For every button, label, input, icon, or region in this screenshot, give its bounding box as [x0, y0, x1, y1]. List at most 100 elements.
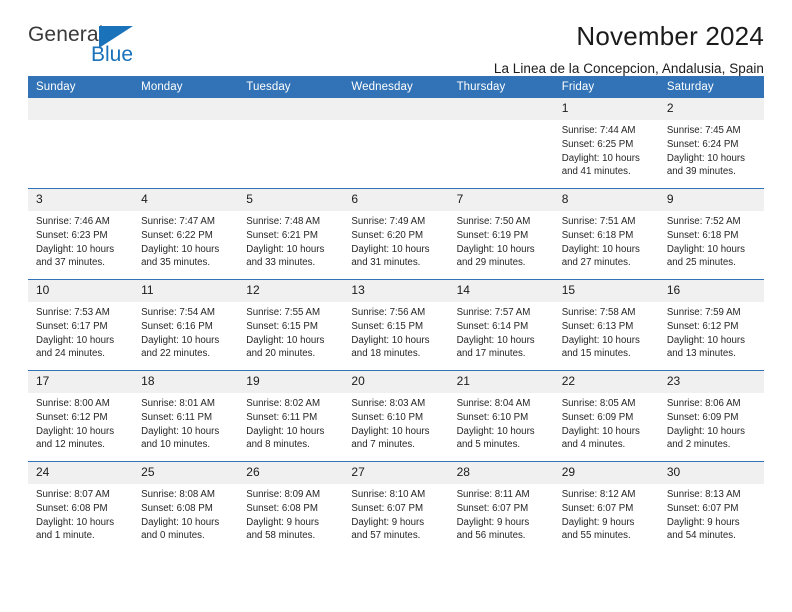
calendar-week-row: 24 Sunrise: 8:07 AM Sunset: 6:08 PM Dayligh… — [28, 461, 764, 552]
calendar-day-cell[interactable]: 2 Sunrise: 7:45 AM Sunset: 6:24 PM Daylight… — [658, 98, 764, 189]
calendar-week-row: 3 Sunrise: 7:46 AM Sunset: 6:23 PM Daylight… — [28, 188, 764, 280]
page-header: General Blue November 2024 La Linea de l… — [28, 0, 764, 76]
day-sun-info: Sunrise: 7:45 AM Sunset: 6:24 PM Daylight:… — [659, 120, 764, 179]
calendar-day-cell[interactable]: 9 Sunrise: 7:52 AM Sunset: 6:18 PM Daylight… — [658, 188, 764, 280]
calendar-day-cell[interactable]: 27 Sunrise: 8:10 AM Sunset: 6:07 PM Dayligh… — [343, 461, 449, 552]
sunrise-text: Sunrise: 7:56 AM — [351, 307, 426, 318]
sunrise-text: Sunrise: 8:13 AM — [666, 489, 741, 500]
sunrise-text: Sunrise: 8:03 AM — [351, 398, 426, 409]
calendar-day-cell[interactable]: 11 Sunrise: 7:54 AM Sunset: 6:16 PM Dayligh… — [133, 279, 239, 371]
daylight-text-cont: and 55 minutes. — [561, 530, 631, 542]
sunrise-text: Sunrise: 8:05 AM — [561, 398, 636, 409]
calendar-day-cell[interactable]: 5 Sunrise: 7:48 AM Sunset: 6:21 PM Daylight… — [238, 188, 344, 280]
sunrise-text: Sunrise: 7:50 AM — [456, 216, 531, 227]
calendar-day-cell[interactable]: 17 Sunrise: 8:00 AM Sunset: 6:12 PM Dayligh… — [28, 370, 134, 462]
daylight-text: Daylight: 10 hours — [351, 425, 430, 437]
calendar-day-cell[interactable]: 22 Sunrise: 8:05 AM Sunset: 6:09 PM Dayligh… — [553, 370, 659, 462]
day-number — [448, 98, 554, 120]
calendar-day-cell[interactable]: 29 Sunrise: 8:12 AM Sunset: 6:07 PM Dayligh… — [553, 461, 659, 552]
sunrise-text: Sunrise: 8:01 AM — [141, 398, 215, 409]
daylight-text-cont: and 29 minutes. — [456, 257, 526, 269]
day-sun-info: Sunrise: 7:52 AM Sunset: 6:18 PM Daylight:… — [659, 211, 764, 270]
sunset-text: Sunset: 6:07 PM — [456, 502, 529, 514]
calendar-day-cell[interactable]: 6 Sunrise: 7:49 AM Sunset: 6:20 PM Daylight… — [343, 188, 449, 280]
calendar-day-cell-empty — [448, 98, 554, 189]
calendar-day-cell[interactable]: 14 Sunrise: 7:57 AM Sunset: 6:14 PM Dayligh… — [448, 279, 554, 371]
calendar-day-cell[interactable]: 23 Sunrise: 8:06 AM Sunset: 6:09 PM Dayligh… — [658, 370, 764, 462]
sunset-text: Sunset: 6:18 PM — [561, 229, 634, 241]
sunset-text: Sunset: 6:09 PM — [561, 411, 634, 423]
sunset-text: Sunset: 6:07 PM — [561, 502, 634, 514]
calendar-week-row: 17 Sunrise: 8:00 AM Sunset: 6:12 PM Dayligh… — [28, 370, 764, 462]
day-number: 10 — [28, 280, 134, 302]
day-sun-info: Sunrise: 7:49 AM Sunset: 6:20 PM Daylight:… — [343, 211, 448, 270]
calendar-day-cell[interactable]: 15 Sunrise: 7:58 AM Sunset: 6:13 PM Dayligh… — [553, 279, 659, 371]
daylight-text-cont: and 15 minutes. — [561, 348, 631, 360]
sunset-text: Sunset: 6:11 PM — [141, 411, 213, 423]
weekday-header-wednesday: Wednesday — [343, 76, 449, 98]
day-sun-info: Sunrise: 8:01 AM Sunset: 6:11 PM Daylight:… — [133, 393, 238, 452]
daylight-text-cont: and 17 minutes. — [456, 348, 526, 360]
daylight-text: Daylight: 10 hours — [141, 334, 220, 346]
daylight-text: Daylight: 10 hours — [36, 425, 115, 437]
sunrise-text: Sunrise: 7:57 AM — [456, 307, 531, 318]
calendar-day-cell[interactable]: 12 Sunrise: 7:55 AM Sunset: 6:15 PM Dayligh… — [238, 279, 344, 371]
daylight-text-cont: and 4 minutes. — [561, 439, 626, 451]
calendar-day-cell[interactable]: 10 Sunrise: 7:53 AM Sunset: 6:17 PM Dayligh… — [28, 279, 134, 371]
sunrise-text: Sunrise: 7:46 AM — [36, 216, 110, 227]
calendar-day-cell[interactable]: 30 Sunrise: 8:13 AM Sunset: 6:07 PM Dayligh… — [658, 461, 764, 552]
general-blue-logo[interactable]: General Blue — [28, 22, 158, 70]
calendar-day-cell[interactable]: 25 Sunrise: 8:08 AM Sunset: 6:08 PM Dayligh… — [133, 461, 239, 552]
day-sun-info: Sunrise: 8:10 AM Sunset: 6:07 PM Daylight:… — [343, 484, 448, 543]
day-number: 23 — [658, 371, 764, 393]
sunset-text: Sunset: 6:08 PM — [36, 502, 108, 514]
calendar-day-cell[interactable]: 16 Sunrise: 7:59 AM Sunset: 6:12 PM Dayligh… — [658, 279, 764, 371]
calendar-day-cell[interactable]: 13 Sunrise: 7:56 AM Sunset: 6:15 PM Dayligh… — [343, 279, 449, 371]
logo-text-general: General — [28, 23, 104, 46]
day-sun-info: Sunrise: 8:06 AM Sunset: 6:09 PM Daylight:… — [659, 393, 764, 452]
calendar-day-cell[interactable]: 20 Sunrise: 8:03 AM Sunset: 6:10 PM Dayligh… — [343, 370, 449, 462]
sunset-text: Sunset: 6:22 PM — [141, 229, 213, 241]
calendar-day-cell[interactable]: 21 Sunrise: 8:04 AM Sunset: 6:10 PM Dayligh… — [448, 370, 554, 462]
daylight-text: Daylight: 10 hours — [456, 243, 535, 255]
daylight-text: Daylight: 10 hours — [561, 243, 640, 255]
calendar-week-row: 1 Sunrise: 7:44 AM Sunset: 6:25 PM Daylight… — [28, 98, 764, 189]
calendar-day-cell[interactable]: 1 Sunrise: 7:44 AM Sunset: 6:25 PM Daylight… — [553, 98, 659, 189]
sunrise-text: Sunrise: 7:58 AM — [561, 307, 636, 318]
day-number: 26 — [238, 462, 344, 484]
sunset-text: Sunset: 6:20 PM — [351, 229, 424, 241]
day-sun-info: Sunrise: 8:05 AM Sunset: 6:09 PM Daylight:… — [554, 393, 659, 452]
calendar-day-cell[interactable]: 7 Sunrise: 7:50 AM Sunset: 6:19 PM Daylight… — [448, 188, 554, 280]
day-number: 1 — [553, 98, 659, 120]
calendar-day-cell-empty — [238, 98, 344, 189]
daylight-text-cont: and 20 minutes. — [246, 348, 316, 360]
calendar-day-cell[interactable]: 26 Sunrise: 8:09 AM Sunset: 6:08 PM Dayligh… — [238, 461, 344, 552]
calendar-day-cell[interactable]: 28 Sunrise: 8:11 AM Sunset: 6:07 PM Dayligh… — [448, 461, 554, 552]
daylight-text: Daylight: 10 hours — [36, 516, 115, 528]
day-sun-info: Sunrise: 7:51 AM Sunset: 6:18 PM Daylight:… — [554, 211, 659, 270]
daylight-text: Daylight: 10 hours — [561, 425, 640, 437]
calendar-day-cell[interactable]: 4 Sunrise: 7:47 AM Sunset: 6:22 PM Daylight… — [133, 188, 239, 280]
calendar-day-cell[interactable]: 19 Sunrise: 8:02 AM Sunset: 6:11 PM Dayligh… — [238, 370, 344, 462]
day-number: 15 — [553, 280, 659, 302]
daylight-text-cont: and 37 minutes. — [36, 257, 105, 269]
calendar-day-cell[interactable]: 18 Sunrise: 8:01 AM Sunset: 6:11 PM Dayligh… — [133, 370, 239, 462]
day-sun-info: Sunrise: 7:50 AM Sunset: 6:19 PM Daylight:… — [449, 211, 554, 270]
day-number — [238, 98, 344, 120]
calendar-day-cell[interactable]: 3 Sunrise: 7:46 AM Sunset: 6:23 PM Daylight… — [28, 188, 134, 280]
calendar-day-cell[interactable]: 24 Sunrise: 8:07 AM Sunset: 6:08 PM Dayligh… — [28, 461, 134, 552]
sunrise-text: Sunrise: 7:44 AM — [561, 125, 636, 136]
daylight-text: Daylight: 10 hours — [666, 334, 745, 346]
daylight-text-cont: and 39 minutes. — [666, 166, 736, 178]
daylight-text: Daylight: 10 hours — [141, 425, 220, 437]
sunset-text: Sunset: 6:15 PM — [351, 320, 424, 332]
day-sun-info: Sunrise: 8:04 AM Sunset: 6:10 PM Daylight:… — [449, 393, 554, 452]
sunrise-text: Sunrise: 8:11 AM — [456, 489, 530, 500]
day-number: 14 — [448, 280, 554, 302]
sunset-text: Sunset: 6:25 PM — [561, 138, 634, 150]
calendar-day-cell-empty — [133, 98, 239, 189]
day-sun-info: Sunrise: 8:02 AM Sunset: 6:11 PM Daylight:… — [238, 393, 343, 452]
calendar-day-cell[interactable]: 8 Sunrise: 7:51 AM Sunset: 6:18 PM Daylight… — [553, 188, 659, 280]
sunrise-text: Sunrise: 7:51 AM — [561, 216, 636, 227]
day-sun-info: Sunrise: 8:11 AM Sunset: 6:07 PM Daylight:… — [449, 484, 554, 543]
